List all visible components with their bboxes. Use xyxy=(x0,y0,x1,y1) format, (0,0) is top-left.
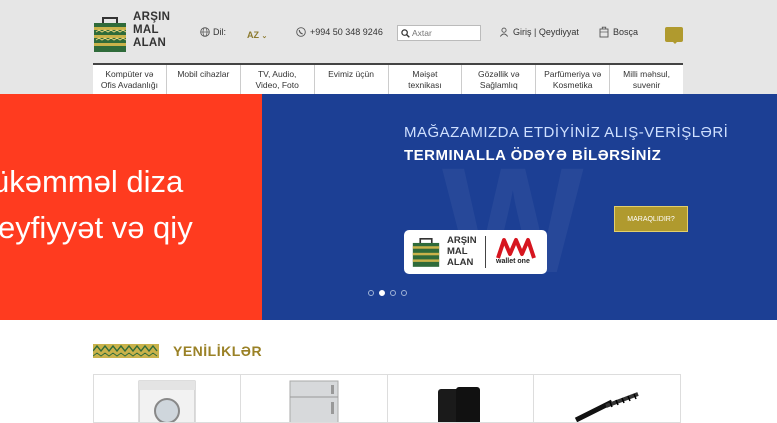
nav-item-beauty[interactable]: Gözəllik və Sağlamlıq xyxy=(462,65,537,94)
phone-icon xyxy=(296,27,306,37)
nav-item-national[interactable]: Milli məhsul, suvenir xyxy=(610,65,683,94)
language-label: Dil: xyxy=(213,27,226,37)
nav-item-perfume[interactable]: Parfümeriya və Kosmetika xyxy=(536,65,611,94)
learn-more-button[interactable]: MARAQLIDIR? xyxy=(614,206,688,232)
search-input[interactable] xyxy=(412,28,476,38)
wallet-one-label: wallet one xyxy=(496,258,530,265)
language-code: AZ xyxy=(247,30,259,40)
hero-red-line-1: ükəmməl diza xyxy=(0,164,184,199)
cart-label: Bosça xyxy=(613,27,639,37)
product-card[interactable] xyxy=(533,374,681,423)
language-value[interactable]: AZ ⌄ xyxy=(247,30,267,40)
nav-item-tv-audio[interactable]: TV, Audio, Video, Foto xyxy=(241,65,315,94)
new-products-list xyxy=(93,374,681,423)
product-card[interactable] xyxy=(386,374,534,423)
hero-slide-blue[interactable]: W MAĞAZAMIZDA ETDİYİNİZ ALIŞ-VERİŞLƏRİ T… xyxy=(262,94,777,320)
chevron-down-icon: ⌄ xyxy=(261,33,268,40)
hero-slide-red[interactable]: ükəmməl diza eyfiyyət və qiy xyxy=(0,94,262,320)
language-selector[interactable]: Dil: xyxy=(200,27,226,37)
bag-logo-icon xyxy=(94,17,127,52)
chat-bubble-icon[interactable] xyxy=(665,27,683,44)
slider-dot-1[interactable] xyxy=(368,290,374,296)
nav-item-computers[interactable]: Kompüter və Ofis Avadanlığı xyxy=(93,65,167,94)
logo-text: ARŞIN MAL ALAN xyxy=(133,11,170,50)
phones-image xyxy=(438,387,481,422)
globe-icon xyxy=(200,27,210,37)
new-arrivals-heading: YENİLİKLƏR xyxy=(93,343,262,359)
logo-line-1: ARŞIN xyxy=(133,11,171,23)
bag-logo-icon xyxy=(412,238,440,267)
nav-item-appliances[interactable]: Məişət texnikası xyxy=(389,65,463,94)
product-card[interactable] xyxy=(239,374,387,423)
login-register-link[interactable]: Giriş | Qeydiyyat xyxy=(499,27,579,37)
user-icon xyxy=(499,27,509,37)
partner-logo-card: ARŞIN MAL ALAN wallet one xyxy=(404,230,547,274)
phone-contact[interactable]: +994 50 348 9246 xyxy=(296,27,383,37)
slider-dot-3[interactable] xyxy=(390,290,396,296)
hair-brush-image xyxy=(575,392,639,422)
section-title: YENİLİKLƏR xyxy=(173,343,263,359)
refrigerator-image xyxy=(289,380,339,422)
search-box[interactable] xyxy=(397,25,481,41)
logo-line-2: MAL xyxy=(133,24,159,36)
login-label: Giriş | Qeydiyyat xyxy=(513,27,579,37)
cart-bag-icon xyxy=(599,26,609,38)
header: ARŞIN MAL ALAN Dil: AZ ⌄ +994 50 348 924… xyxy=(0,0,777,94)
phone-number: +994 50 348 9246 xyxy=(310,27,383,37)
ornament-icon xyxy=(93,344,159,358)
search-icon[interactable] xyxy=(401,28,410,38)
nav-item-mobile[interactable]: Mobil cihazlar xyxy=(167,65,241,94)
card-divider xyxy=(485,236,486,268)
washing-machine-image xyxy=(138,380,196,422)
site-logo[interactable]: ARŞIN MAL ALAN xyxy=(93,11,173,55)
hero-red-line-2: eyfiyyət və qiy xyxy=(0,210,193,245)
product-card[interactable] xyxy=(93,374,240,423)
slider-dot-2[interactable] xyxy=(379,290,385,296)
hero-blue-line-2: TERMINALLA ÖDƏYƏ BİLƏRSİNİZ xyxy=(404,147,662,164)
nav-item-home[interactable]: Evimiz üçün xyxy=(315,65,389,94)
cart-link[interactable]: Bosça xyxy=(599,26,638,38)
logo-line-3: ALAN xyxy=(133,37,167,49)
category-nav: Kompüter və Ofis Avadanlığı Mobil cihazla… xyxy=(93,63,683,94)
hero-blue-line-1: MAĞAZAMIZDA ETDİYİNİZ ALIŞ-VERİŞLƏRİ xyxy=(404,124,729,141)
slider-dots xyxy=(368,290,407,296)
slider-dot-4[interactable] xyxy=(401,290,407,296)
card-logo-text: ARŞIN MAL ALAN xyxy=(447,235,477,268)
